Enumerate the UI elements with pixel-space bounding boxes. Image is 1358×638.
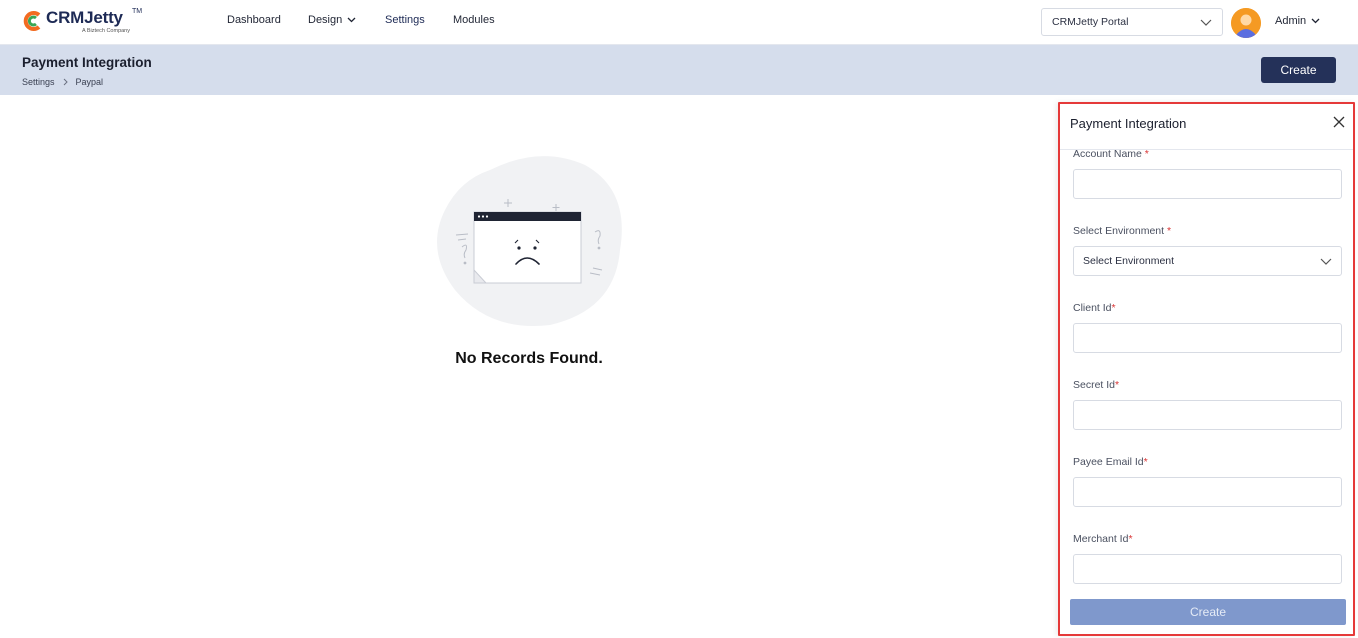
logo-trademark: TM: [132, 8, 143, 15]
nav-item-label: Design: [308, 14, 343, 26]
panel-header: Payment Integration: [1060, 104, 1353, 150]
breadcrumb: Settings Paypal: [22, 77, 103, 87]
create-button[interactable]: Create: [1261, 57, 1336, 83]
breadcrumb-item-paypal: Paypal: [75, 77, 104, 87]
client-id-label: Client Id*: [1073, 302, 1116, 314]
environment-select[interactable]: Select Environment: [1073, 246, 1342, 276]
nav-item-design[interactable]: Design: [308, 14, 356, 26]
nav-item-label: Dashboard: [227, 14, 281, 26]
environment-select-value: Select Environment: [1083, 255, 1175, 267]
user-avatar-icon: [1231, 8, 1261, 38]
nav-item-modules[interactable]: Modules: [453, 14, 495, 26]
avatar[interactable]: [1231, 8, 1261, 38]
top-navbar: CRMJetty TM A Biztech Company Dashboard …: [0, 0, 1358, 45]
secret-id-label: Secret Id*: [1073, 379, 1120, 391]
nav-item-label: Modules: [453, 14, 495, 26]
page-title: Payment Integration: [22, 55, 152, 70]
portal-select[interactable]: CRMJetty Portal: [1041, 8, 1223, 36]
payee-email-label: Payee Email Id*: [1073, 456, 1148, 468]
panel-title: Payment Integration: [1070, 116, 1187, 131]
portal-select-value: CRMJetty Portal: [1052, 16, 1129, 28]
close-icon[interactable]: [1332, 115, 1346, 129]
user-menu[interactable]: Admin: [1275, 15, 1320, 27]
payee-email-field[interactable]: [1073, 477, 1342, 507]
chevron-down-icon: [1200, 19, 1212, 26]
logo-c-icon: [23, 11, 41, 31]
client-id-field[interactable]: [1073, 323, 1342, 353]
chevron-down-icon: [1320, 258, 1332, 265]
empty-state-message: No Records Found.: [455, 350, 603, 367]
chevron-down-icon: [1311, 18, 1320, 24]
merchant-id-field[interactable]: [1073, 554, 1342, 584]
logo-wordmark: CRMJetty: [46, 8, 123, 27]
user-menu-label: Admin: [1275, 15, 1307, 27]
nav-item-settings[interactable]: Settings: [385, 14, 425, 26]
breadcrumb-item-settings[interactable]: Settings: [22, 77, 55, 87]
chevron-right-icon: [63, 78, 68, 86]
nav-item-dashboard[interactable]: Dashboard: [227, 14, 281, 26]
nav-item-label: Settings: [385, 14, 425, 26]
account-name-field[interactable]: [1073, 169, 1342, 199]
empty-state-illustration: [437, 156, 622, 326]
panel-create-button[interactable]: Create: [1070, 599, 1346, 625]
page-header: Payment Integration Settings Paypal Crea…: [0, 45, 1358, 95]
logo-tagline: A Biztech Company: [82, 28, 130, 34]
chevron-down-icon: [347, 17, 356, 23]
environment-label: Select Environment *: [1073, 225, 1172, 237]
account-name-label: Account Name *: [1073, 148, 1149, 160]
brand-logo[interactable]: CRMJetty TM A Biztech Company: [22, 8, 142, 38]
merchant-id-label: Merchant Id*: [1073, 533, 1133, 545]
payment-integration-panel: Payment Integration Account Name * Selec…: [1058, 102, 1355, 636]
secret-id-field[interactable]: [1073, 400, 1342, 430]
